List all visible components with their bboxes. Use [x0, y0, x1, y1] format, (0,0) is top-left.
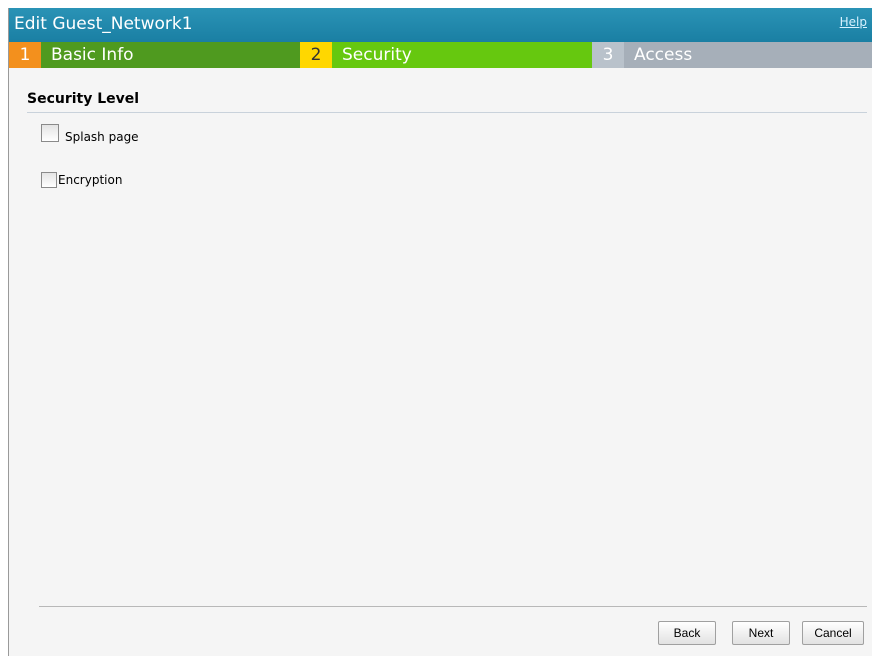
next-button[interactable]: Next [732, 621, 790, 645]
step-security[interactable]: 2 Security [300, 42, 592, 68]
step-number: 3 [592, 42, 624, 68]
step-number: 1 [9, 42, 41, 68]
section-divider [27, 112, 867, 113]
dialog-title: Edit Guest_Network1 [14, 14, 193, 34]
back-button[interactable]: Back [658, 621, 716, 645]
splash-page-option: Splash page [41, 122, 139, 144]
step-label: Security [332, 42, 592, 68]
dialog-titlebar: Edit Guest_Network1 Help [9, 8, 872, 42]
section-title: Security Level [27, 91, 140, 107]
step-label: Basic Info [41, 42, 300, 68]
step-basic-info[interactable]: 1 Basic Info [9, 42, 300, 68]
step-number: 2 [300, 42, 332, 68]
cancel-button[interactable]: Cancel [802, 621, 864, 645]
wizard-steps: 1 Basic Info 2 Security 3 Access [9, 42, 872, 68]
step-label: Access [624, 42, 872, 68]
splash-page-checkbox[interactable] [41, 124, 59, 142]
footer-divider [39, 606, 867, 607]
encryption-checkbox[interactable] [41, 172, 57, 188]
edit-network-dialog: Edit Guest_Network1 Help 1 Basic Info 2 … [8, 8, 872, 656]
encryption-label: Encryption [58, 173, 123, 187]
step-access[interactable]: 3 Access [592, 42, 872, 68]
encryption-option: Encryption [41, 172, 122, 188]
help-link[interactable]: Help [840, 15, 867, 29]
splash-page-label: Splash page [65, 130, 139, 144]
